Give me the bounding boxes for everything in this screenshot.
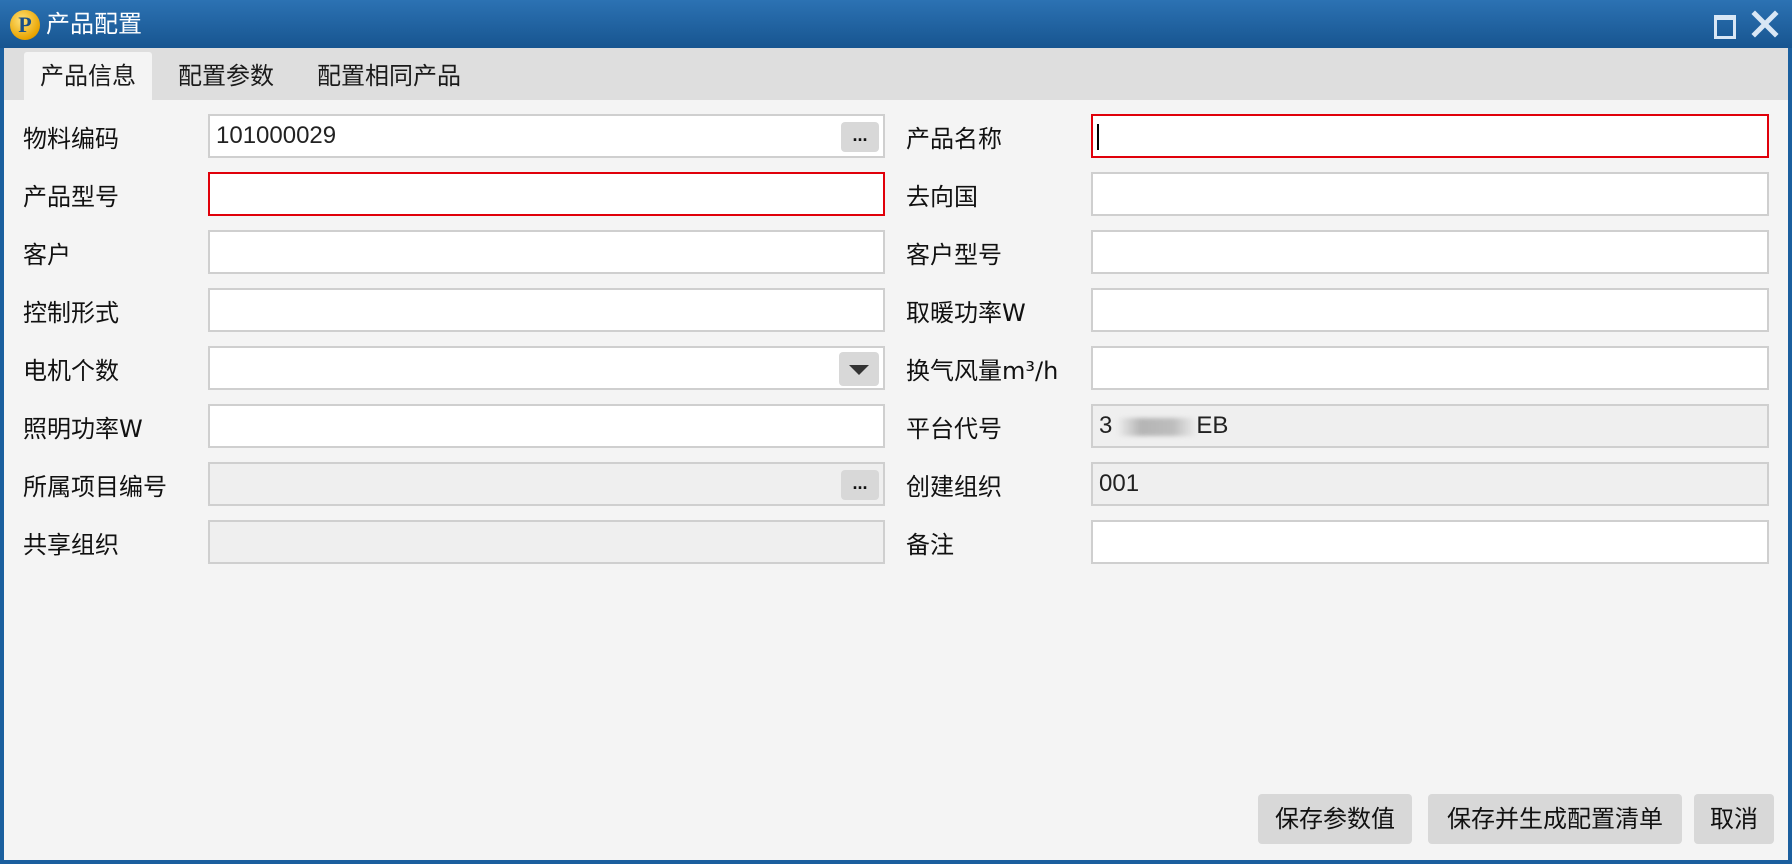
heating-power-input[interactable] (1091, 288, 1769, 332)
maximize-icon (1714, 15, 1736, 39)
destination-country-label: 去向国 (906, 183, 978, 211)
product-model-label: 产品型号 (23, 183, 119, 211)
control-form-input[interactable] (208, 288, 885, 332)
platform-code-field: 3 EB (1091, 404, 1769, 448)
destination-country-input[interactable] (1091, 172, 1769, 216)
tab-bar: 产品信息 配置参数 配置相同产品 (4, 48, 1788, 100)
product-name-input[interactable] (1091, 114, 1769, 158)
material-code-value: 101000029 (216, 122, 337, 149)
project-number-lookup-button[interactable]: ... (841, 470, 879, 500)
created-org-label: 创建组织 (906, 473, 1002, 501)
material-code-lookup-button[interactable]: ... (841, 122, 879, 152)
platform-code-value-prefix: 3 (1099, 412, 1113, 439)
product-model-input[interactable] (208, 172, 885, 216)
created-org-field: 001 (1091, 462, 1769, 506)
remarks-input[interactable] (1091, 520, 1769, 564)
tab-product-info[interactable]: 产品信息 (24, 52, 152, 100)
tab-same-config-products[interactable]: 配置相同产品 (304, 52, 474, 100)
product-name-label: 产品名称 (906, 125, 1002, 153)
tab-config-params[interactable]: 配置参数 (162, 52, 290, 100)
platform-code-value-suffix: EB (1196, 412, 1229, 439)
app-logo-icon: P (10, 10, 40, 40)
motor-count-label: 电机个数 (23, 357, 119, 385)
title-bar[interactable]: P 产品配置 (0, 0, 1792, 48)
save-params-button[interactable]: 保存参数值 (1258, 794, 1412, 844)
heating-power-label: 取暖功率W (906, 299, 1026, 327)
window-title: 产品配置 (46, 10, 142, 38)
material-code-field[interactable]: 101000029 ... (208, 114, 885, 158)
lighting-power-input[interactable] (208, 404, 885, 448)
cancel-button[interactable]: 取消 (1694, 794, 1774, 844)
ventilation-volume-input[interactable] (1091, 346, 1769, 390)
customer-model-input[interactable] (1091, 230, 1769, 274)
customer-label: 客户 (23, 241, 71, 269)
client-area: 产品信息 配置参数 配置相同产品 物料编码 101000029 ... 产品名称… (4, 48, 1788, 860)
product-config-window: P 产品配置 产品信息 配置参数 配置相同产品 物料编码 101000029 .… (0, 0, 1792, 864)
customer-model-label: 客户型号 (906, 241, 1002, 269)
text-cursor (1097, 124, 1099, 150)
created-org-value: 001 (1099, 470, 1140, 497)
motor-count-select[interactable] (208, 346, 885, 390)
save-and-generate-button[interactable]: 保存并生成配置清单 (1428, 794, 1682, 844)
project-number-field[interactable]: ... (208, 462, 885, 506)
material-code-label: 物料编码 (23, 125, 119, 153)
chevron-down-icon[interactable] (839, 352, 879, 386)
close-button[interactable] (1750, 9, 1780, 39)
lighting-power-label: 照明功率W (23, 415, 143, 443)
redaction-blur (1117, 418, 1197, 436)
project-number-label: 所属项目编号 (23, 473, 167, 501)
shared-org-label: 共享组织 (23, 531, 119, 559)
control-form-label: 控制形式 (23, 299, 119, 327)
maximize-button[interactable] (1708, 9, 1738, 39)
close-icon (1751, 10, 1779, 38)
ventilation-volume-label: 换气风量m³/h (906, 357, 1059, 385)
platform-code-label: 平台代号 (906, 415, 1002, 443)
customer-input[interactable] (208, 230, 885, 274)
remarks-label: 备注 (906, 531, 954, 559)
shared-org-field (208, 520, 885, 564)
